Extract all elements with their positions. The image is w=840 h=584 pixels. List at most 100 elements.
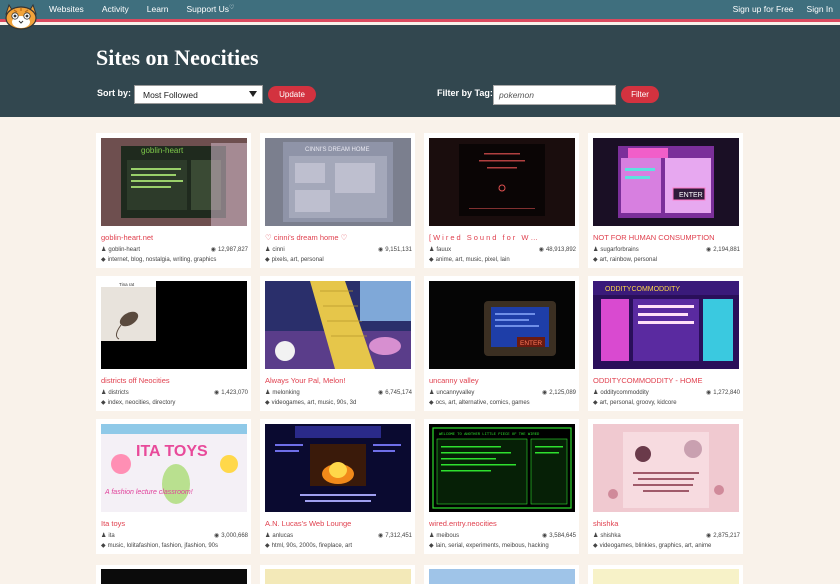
site-screenshot[interactable] (101, 569, 247, 584)
site-title-link[interactable]: districts off Neocities (101, 376, 246, 385)
tag-icon: ◆ (265, 400, 270, 406)
site-owner-name: goblin-heart (108, 247, 141, 254)
thumb-wired-text: WELCOME TO ANOTHER LITTLE PIECE OF THE W… (439, 433, 540, 437)
site-views: ◉ 6,745,174 (378, 389, 412, 396)
site-screenshot[interactable] (265, 281, 411, 369)
user-icon: ♟ (429, 247, 435, 253)
eye-icon: ◉ (378, 390, 384, 396)
thumb-ita-text: ITA TOYS (136, 443, 208, 460)
signin-link[interactable]: Sign In (807, 4, 833, 14)
site-screenshot[interactable] (593, 424, 739, 512)
site-tags[interactable]: ◆ anime, art, music, pixel, lain (429, 256, 576, 263)
eye-icon: ◉ (706, 533, 712, 539)
site-screenshot[interactable] (265, 424, 411, 512)
tag-icon: ◆ (593, 400, 598, 406)
site-tags[interactable]: ◆ ocs, art, alternative, comics, games (429, 399, 576, 406)
thumb-enter-text: ENTER (679, 192, 703, 199)
site-owner[interactable]: ♟ sugarforbrains (593, 246, 639, 253)
site-owner[interactable]: ♟ districts (101, 389, 129, 396)
site-card (260, 565, 415, 584)
site-tags[interactable]: ◆ html, 90s, 2000s, fireplace, art (265, 542, 412, 549)
site-tags[interactable]: ◆ internet, blog, nostalgia, writing, gra… (101, 256, 248, 263)
site-owner[interactable]: ♟ uncannyvalley (429, 389, 474, 396)
site-screenshot[interactable]: ENTER (593, 138, 739, 226)
site-tags-text: index, neocities, directory (107, 400, 176, 407)
site-owner[interactable]: ♟ odditycommoddity (593, 389, 649, 396)
site-grid: goblin-heart goblin-heart.net ♟ goblin-he… (96, 133, 744, 554)
site-title-link[interactable]: ODDITYCOMMODDITY - HOME (593, 376, 738, 385)
site-screenshot[interactable]: goblin-heart (101, 138, 247, 226)
site-title-link[interactable]: uncanny valley (429, 376, 574, 385)
site-screenshot[interactable]: Tina rat (101, 281, 247, 369)
site-tags[interactable]: ◆ videogames, blinkies, graphics, art, an… (593, 542, 740, 549)
site-screenshot[interactable] (429, 138, 575, 226)
eye-icon: ◉ (378, 533, 384, 539)
site-tags[interactable]: ◆ art, rainbow, personal (593, 256, 740, 263)
nav-activity-link[interactable]: Activity (102, 4, 129, 14)
tag-icon: ◆ (429, 257, 434, 263)
tag-icon: ◆ (429, 543, 434, 549)
site-tags-text: lain, serial, experiments, meibous, hack… (435, 543, 549, 550)
site-title-link[interactable]: ♡ cinni's dream home ♡ (265, 233, 410, 242)
site-owner-name: uncannyvalley (436, 390, 475, 397)
site-views-count: 1,272,840 (713, 390, 740, 397)
site-screenshot[interactable] (429, 569, 575, 584)
nav-support-link[interactable]: Support Us♡ (186, 4, 234, 14)
site-owner[interactable]: ♟ ita (101, 532, 115, 539)
site-title-link[interactable]: [Wired Sound for W… (429, 233, 574, 242)
site-owner[interactable]: ♟ anlucas (265, 532, 293, 539)
site-tags[interactable]: ◆ music, lolitafashion, fashion, jfashion… (101, 542, 248, 549)
site-title-link[interactable]: NOT FOR HUMAN CONSUMPTION (593, 233, 738, 242)
site-title-link[interactable]: goblin-heart.net (101, 233, 246, 242)
site-screenshot[interactable] (265, 569, 411, 584)
site-owner-name: sugarforbrains (600, 247, 639, 254)
nav-websites-link[interactable]: Websites (49, 4, 84, 14)
site-card: WELCOME TO ANOTHER LITTLE PIECE OF THE W… (424, 419, 579, 554)
site-owner[interactable]: ♟ cinni (265, 246, 285, 253)
site-screenshot[interactable]: ODDITYCOMMODDITY (593, 281, 739, 369)
site-screenshot[interactable]: CINNI'S DREAM HOME (265, 138, 411, 226)
chevron-down-icon (249, 91, 257, 97)
tag-icon: ◆ (593, 257, 598, 263)
filter-button[interactable]: Filter (621, 86, 659, 103)
site-card (588, 565, 743, 584)
site-title-link[interactable]: Ita toys (101, 519, 246, 528)
signup-link[interactable]: Sign up for Free (733, 4, 794, 14)
site-tags[interactable]: ◆ lain, serial, experiments, meibous, hac… (429, 542, 576, 549)
site-views: ◉ 12,987,827 (211, 246, 248, 253)
user-icon: ♟ (593, 390, 599, 396)
site-owner-name: shishka (600, 533, 621, 540)
site-screenshot[interactable] (593, 569, 739, 584)
site-screenshot[interactable]: ITA TOYS A fashion lecture classroom! (101, 424, 247, 512)
sort-select[interactable]: Most Followed (134, 85, 263, 104)
site-title-link[interactable]: wired.entry.neocities (429, 519, 574, 528)
site-tags-text: music, lolitafashion, fashion, jfashion,… (107, 543, 219, 550)
site-title-link[interactable]: shishka (593, 519, 738, 528)
site-card (96, 565, 251, 584)
nav-learn-link[interactable]: Learn (147, 4, 169, 14)
site-owner[interactable]: ♟ fauux (429, 246, 451, 253)
site-views: ◉ 3,584,645 (542, 532, 576, 539)
neocities-cat-logo[interactable] (2, 1, 40, 31)
site-screenshot[interactable]: ENTER (429, 281, 575, 369)
site-owner[interactable]: ♟ shishka (593, 532, 621, 539)
update-button[interactable]: Update (268, 86, 316, 103)
site-tags[interactable]: ◆ pixels, art, personal (265, 256, 412, 263)
site-owner-name: districts (108, 390, 129, 397)
site-title-link[interactable]: Always Your Pal, Melon! (265, 376, 410, 385)
site-screenshot[interactable]: WELCOME TO ANOTHER LITTLE PIECE OF THE W… (429, 424, 575, 512)
site-views-count: 7,312,451 (385, 533, 412, 540)
site-tags[interactable]: ◆ videogames, art, music, 90s, 3d (265, 399, 412, 406)
thumb-oddity-text: ODDITYCOMMODDITY (605, 286, 680, 293)
site-tags[interactable]: ◆ art, personal, groovy, kidcore (593, 399, 740, 406)
tag-filter-input[interactable]: pokemon (493, 85, 616, 105)
site-tags[interactable]: ◆ index, neocities, directory (101, 399, 248, 406)
user-icon: ♟ (101, 533, 107, 539)
site-owner-name: ita (108, 533, 115, 540)
site-owner[interactable]: ♟ meibous (429, 532, 459, 539)
site-owner[interactable]: ♟ melonking (265, 389, 300, 396)
site-title-link[interactable]: A.N. Lucas's Web Lounge (265, 519, 410, 528)
site-card: CINNI'S DREAM HOME ♡ cinni's dream home … (260, 133, 415, 268)
site-card: ITA TOYS A fashion lecture classroom! It… (96, 419, 251, 554)
site-owner[interactable]: ♟ goblin-heart (101, 246, 140, 253)
